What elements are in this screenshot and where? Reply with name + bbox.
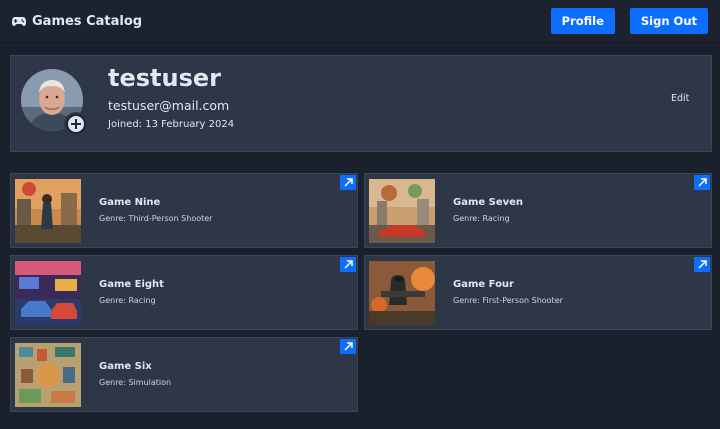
external-link-icon [343,260,353,269]
profile-joined-date: Joined: 13 February 2024 [108,119,235,130]
game-thumbnail [15,261,81,325]
game-name: Game Eight [99,279,164,290]
game-thumbnail [369,261,435,325]
open-game-button[interactable] [340,339,356,354]
plus-circle-icon [68,116,84,132]
game-card[interactable]: Game Seven Genre: Racing [364,173,712,248]
open-game-button[interactable] [340,175,356,190]
game-thumbnail [369,179,435,243]
navbar: Games Catalog Profile Sign Out [0,0,720,43]
add-photo-button[interactable] [64,112,88,136]
game-card[interactable]: Game Six Genre: Simulation [10,337,358,412]
game-thumbnail [15,343,81,407]
open-game-button[interactable] [694,175,710,190]
game-name: Game Four [453,279,514,290]
profile-email: testuser@mail.com [108,98,230,113]
game-genre: Genre: Simulation [99,378,172,387]
game-genre: Genre: Racing [99,296,156,305]
game-name: Game Seven [453,197,524,208]
external-link-icon [697,260,707,269]
edit-profile-link[interactable]: Edit [671,93,689,104]
game-name: Game Nine [99,197,161,208]
external-link-icon [697,178,707,187]
game-thumbnail [15,179,81,243]
sign-out-button[interactable]: Sign Out [629,8,708,34]
game-genre: Genre: Racing [453,214,510,223]
open-game-button[interactable] [340,257,356,272]
game-name: Game Six [99,361,152,372]
profile-button[interactable]: Profile [550,8,615,34]
game-card[interactable]: Game Nine Genre: Third-Person Shooter [10,173,358,248]
game-genre: Genre: Third-Person Shooter [99,214,213,223]
gamepad-icon [12,16,26,27]
external-link-icon [343,342,353,351]
open-game-button[interactable] [694,257,710,272]
game-card[interactable]: Game Four Genre: First-Person Shooter [364,255,712,330]
game-card[interactable]: Game Eight Genre: Racing [10,255,358,330]
profile-card: testuser testuser@mail.com Joined: 13 Fe… [10,55,712,152]
profile-username: testuser [108,64,221,92]
brand[interactable]: Games Catalog [12,14,142,29]
external-link-icon [343,178,353,187]
brand-title: Games Catalog [32,13,143,29]
game-genre: Genre: First-Person Shooter [453,296,563,305]
